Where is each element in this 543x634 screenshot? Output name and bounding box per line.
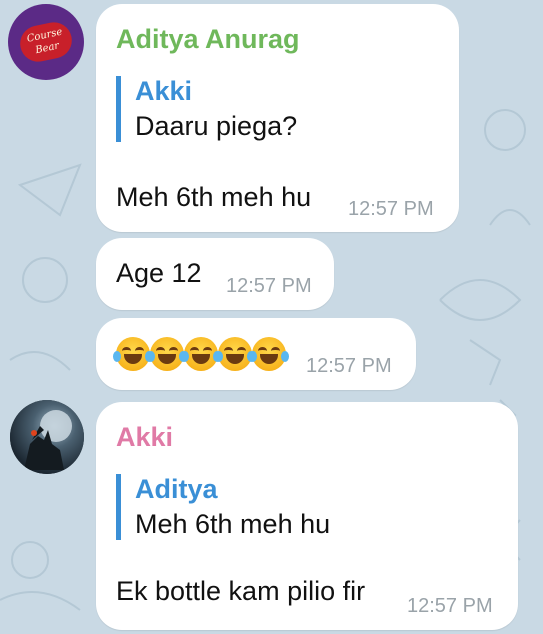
tears-of-joy-emoji-icon: [147, 337, 187, 371]
message-bubble[interactable]: Akki Aditya Meh 6th meh hu Ek bottle kam…: [96, 402, 518, 630]
message-time: 12:57 PM: [226, 275, 312, 297]
reply-quote-text: Meh 6th meh hu: [135, 509, 331, 539]
message-bubble[interactable]: Age 12 12:57 PM: [96, 238, 334, 310]
tears-of-joy-emoji-icon: [181, 337, 221, 371]
tears-of-joy-emoji-icon: [215, 337, 255, 371]
message-text: Meh 6th meh hu: [116, 182, 312, 212]
tears-of-joy-emoji-icon: [113, 337, 153, 371]
sender-name[interactable]: Aditya Anurag: [116, 24, 300, 55]
message-text: Ek bottle kam pilio fir: [116, 576, 366, 606]
rider-moon-picture: [10, 400, 84, 474]
sender-avatar-akki[interactable]: [10, 400, 84, 474]
message-time: 12:57 PM: [407, 595, 493, 617]
message-time: 12:57 PM: [348, 198, 434, 220]
message-bubble[interactable]: 12:57 PM: [96, 318, 416, 390]
sender-avatar-aditya[interactable]: Course Bear: [8, 4, 84, 80]
reply-quote[interactable]: Akki Daaru piega?: [116, 76, 297, 142]
message-text: Age 12: [116, 258, 202, 288]
reply-quote-name: Aditya: [135, 474, 218, 504]
reply-quote[interactable]: Aditya Meh 6th meh hu: [116, 474, 330, 540]
reply-quote-text: Daaru piega?: [135, 111, 298, 141]
emoji-row: [113, 337, 289, 371]
reply-quote-name: Akki: [135, 76, 193, 106]
message-time: 12:57 PM: [306, 355, 392, 377]
sender-name[interactable]: Akki: [116, 422, 173, 453]
course-bear-logo: Course Bear: [16, 18, 76, 66]
tears-of-joy-emoji-icon: [249, 337, 289, 371]
message-bubble[interactable]: Aditya Anurag Akki Daaru piega? Meh 6th …: [96, 4, 459, 232]
